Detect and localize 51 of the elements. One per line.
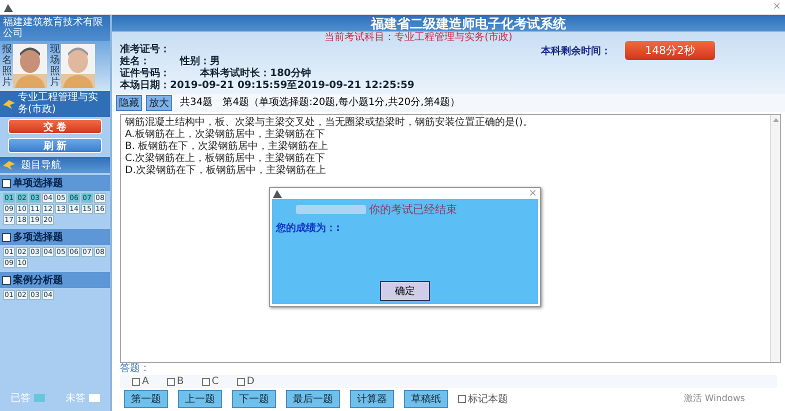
photo-label: 报名照片	[2, 44, 12, 88]
candidate-info: 准考证号：	[120, 44, 170, 56]
candidate-info: 性别：男	[180, 56, 220, 68]
answer-checkbox[interactable]: C	[202, 376, 219, 387]
mark-checkbox[interactable]: 标记本题	[458, 392, 508, 406]
submit-button[interactable]: 交 卷	[8, 119, 102, 134]
answer-checkbox[interactable]: B	[166, 376, 184, 387]
answer-option: A.板钢筋在上，次梁钢筋居中，主梁钢筋在下	[125, 129, 766, 141]
candidate-info: 姓名：	[120, 56, 150, 68]
question-count-text: 共34题 第4题（单项选择题:20题,每小题1分,共20分,第4题）	[180, 97, 460, 109]
question-text: 钢筋混凝土结构中，板、次梁与主梁交叉处，当无圈梁或垫梁时，钢筋安装位置正确的是()。	[125, 117, 534, 128]
answer-checkbox[interactable]: D	[236, 376, 254, 387]
answer-checkbox[interactable]: A	[132, 376, 149, 387]
current-subject: 当前考试科目：专业工程管理与实务(市政)	[324, 32, 514, 44]
section-icon	[2, 178, 11, 188]
candidate-info: 本科考试时长：180分钟	[200, 68, 311, 80]
toolbar-tab[interactable]: 隐藏	[116, 95, 142, 111]
redacted-name	[296, 205, 366, 214]
answer-label: 答题：	[120, 363, 151, 375]
legend-label: 已答	[10, 392, 30, 405]
nav-button[interactable]: 上一题	[178, 390, 222, 408]
candidate-info: 证件号码：	[120, 68, 170, 80]
scroll-up-icon[interactable]	[772, 118, 778, 122]
section-icon	[2, 232, 11, 242]
app-icon	[4, 2, 13, 12]
company-name: 福建建筑教育技术有限公司	[0, 15, 110, 41]
ok-button[interactable]: 确定	[380, 281, 430, 301]
nav-title: 题目导航	[21, 158, 61, 172]
nav-button[interactable]: 最后一题	[286, 390, 340, 408]
section-icon	[2, 276, 11, 284]
activation-notice: 激活 Windows	[684, 392, 745, 405]
photo-label: 现场照片	[50, 44, 60, 88]
answer-option: D.次梁钢筋在下，板钢筋居中，主梁钢筋在上	[125, 165, 766, 177]
answer-option: C.次梁钢筋在上，板钢筋居中，主梁钢筋在下	[125, 153, 766, 165]
exam-ended-message: 你的考试已经结束	[369, 203, 457, 216]
nav-button[interactable]: 草稿纸	[404, 390, 448, 408]
remaining-label: 本科剩余时间：	[541, 44, 611, 58]
section-title: 多项选择题	[13, 230, 63, 244]
subject-name: 专业工程管理与实务(市政)	[18, 92, 99, 116]
answer-option: B. 板钢筋在下，次梁钢筋居中，主梁钢筋在上	[125, 141, 766, 153]
toolbar-tab[interactable]: 放大	[146, 95, 172, 111]
score-label: 您的成绩为：:	[276, 222, 341, 235]
nav-button[interactable]: 下一题	[232, 390, 276, 408]
candidate-info: 本场日期：2019-09-21 09:15:59至2019-09-21 12:25:59	[120, 80, 414, 92]
section-title: 案例分析题	[13, 273, 63, 287]
nav-button[interactable]: 计算器	[350, 390, 394, 408]
countdown-timer: 148分2秒	[625, 41, 715, 60]
section-title: 单项选择题	[13, 176, 63, 190]
nav-button[interactable]: 第一题	[124, 390, 168, 408]
system-title: 福建省二级建造师电子化考试系统	[370, 16, 567, 32]
legend-label: 未答	[66, 392, 86, 405]
